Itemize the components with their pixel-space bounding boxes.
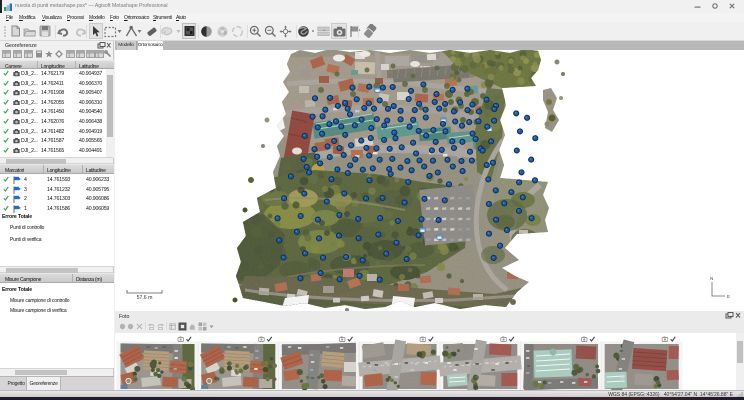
svg-text:57.6 m: 57.6 m xyxy=(137,295,153,301)
svg-text:N: N xyxy=(710,276,713,281)
svg-text:E: E xyxy=(727,294,730,299)
